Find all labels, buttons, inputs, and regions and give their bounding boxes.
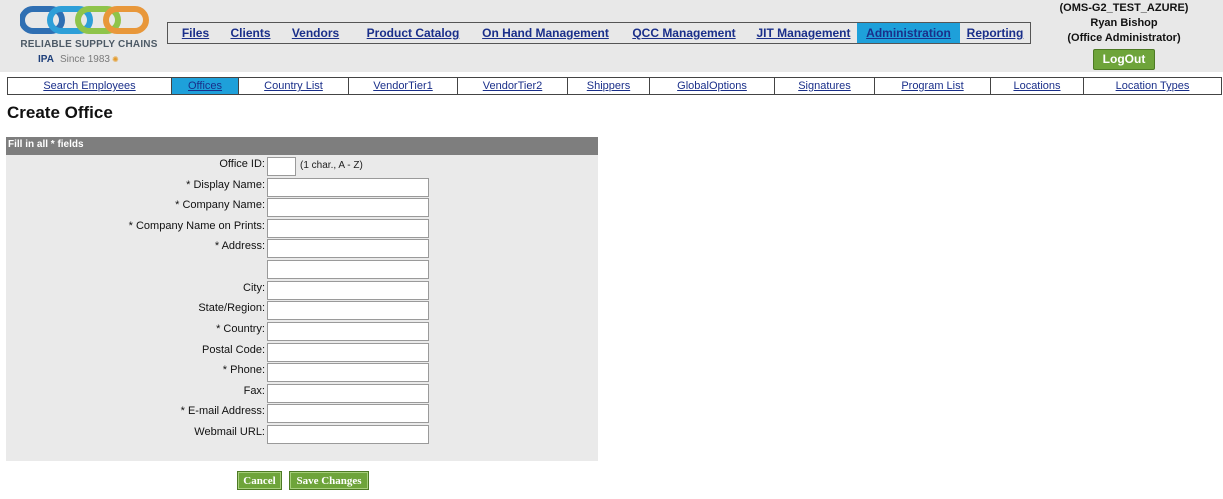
phone-label: * Phone: (222, 364, 265, 376)
form-row-company-name-prints: * Company Name on Prints: (6, 218, 598, 238)
nav-files[interactable]: Files (168, 23, 223, 43)
office-id-input[interactable] (267, 157, 296, 176)
cancel-button[interactable]: Cancel (237, 471, 282, 490)
company-name-input[interactable] (267, 198, 429, 217)
state-label: State/Region: (198, 302, 265, 314)
address-label: * Address: (214, 240, 265, 252)
subnav-search-employees[interactable]: Search Employees (8, 78, 172, 94)
form-instructions: Fill in all * fields (6, 137, 598, 155)
nav-on-hand-management[interactable]: On Hand Management (473, 23, 618, 43)
chain-links-icon (20, 6, 149, 34)
subnav-program-list[interactable]: Program List (875, 78, 991, 94)
since-text: Since 1983 (59, 54, 110, 65)
webmail-url-input[interactable] (267, 425, 429, 444)
main-nav: Files Clients Vendors Product Catalog On… (167, 22, 1031, 44)
form-row-company-name: * Company Name: (6, 197, 598, 217)
form-row-address: * Address: (6, 238, 598, 258)
form-row-display-name: * Display Name: (6, 177, 598, 197)
form-row-state: State/Region: (6, 300, 598, 320)
nav-vendors[interactable]: Vendors (278, 23, 353, 43)
form-row-office-id: Office ID: (1 char., A - Z) (6, 156, 598, 176)
form-row-fax: Fax: (6, 383, 598, 403)
company-name-label: * Company Name: (175, 199, 265, 211)
postal-code-input[interactable] (267, 343, 429, 362)
subnav-vendortier2[interactable]: VendorTier2 (458, 78, 568, 94)
office-id-label: Office ID: (219, 158, 265, 170)
user-info: (OMS-G2_TEST_AZURE) Ryan Bishop (Office … (1048, 1, 1200, 70)
environment-label: (OMS-G2_TEST_AZURE) (1059, 2, 1189, 14)
form-row-postal-code: Postal Code: (6, 342, 598, 362)
display-name-label: * Display Name: (186, 179, 265, 191)
webmail-url-label: Webmail URL: (194, 426, 265, 438)
admin-sub-nav: Search Employees Offices Country List Ve… (7, 77, 1222, 95)
display-name-input[interactable] (267, 178, 429, 197)
address-line2-input[interactable] (267, 260, 429, 279)
form-row-country: * Country: (6, 321, 598, 341)
subnav-shippers[interactable]: Shippers (568, 78, 650, 94)
form-row-webmail: Webmail URL: (6, 424, 598, 444)
form-row-email: * E-mail Address: (6, 403, 598, 423)
subnav-country-list[interactable]: Country List (239, 78, 349, 94)
form-row-phone: * Phone: (6, 362, 598, 382)
form-row-address2 (6, 259, 598, 279)
state-input[interactable] (267, 301, 429, 320)
subnav-globaloptions[interactable]: GlobalOptions (650, 78, 775, 94)
subnav-signatures[interactable]: Signatures (775, 78, 875, 94)
address-line1-input[interactable] (267, 239, 429, 258)
email-input[interactable] (267, 404, 429, 423)
logo-name: RELIABLE SUPPLY CHAINS (20, 39, 158, 50)
company-logo[interactable]: RELIABLE SUPPLY CHAINS IPA Since 1983 ✺ (10, 4, 160, 68)
logo-tagline: IPA Since 1983 ✺ (38, 54, 158, 65)
fax-input[interactable] (267, 384, 429, 403)
user-name: Ryan Bishop (1090, 17, 1158, 29)
nav-administration[interactable]: Administration (857, 23, 960, 43)
company-name-prints-label: * Company Name on Prints: (128, 220, 265, 232)
form-row-city: City: (6, 280, 598, 300)
user-role: (Office Administrator) (1067, 32, 1181, 44)
subnav-vendortier1[interactable]: VendorTier1 (349, 78, 458, 94)
fax-label: Fax: (243, 385, 265, 397)
nav-qcc-management[interactable]: QCC Management (618, 23, 750, 43)
page-title: Create Office (7, 103, 113, 122)
logout-button[interactable]: LogOut (1092, 49, 1156, 70)
postal-code-label: Postal Code: (202, 344, 265, 356)
country-input[interactable] (267, 322, 429, 341)
subnav-locations[interactable]: Locations (991, 78, 1084, 94)
save-changes-button[interactable]: Save Changes (289, 471, 369, 490)
sparkle-icon: ✺ (111, 55, 119, 64)
nav-reporting[interactable]: Reporting (960, 23, 1030, 43)
city-label: City: (243, 282, 265, 294)
create-office-form: Fill in all * fields Office ID: (1 char.… (6, 137, 598, 461)
subnav-location-types[interactable]: Location Types (1084, 78, 1221, 94)
office-id-hint: (1 char., A - Z) (300, 160, 363, 171)
phone-input[interactable] (267, 363, 429, 382)
nav-product-catalog[interactable]: Product Catalog (353, 23, 473, 43)
email-label: * E-mail Address: (180, 405, 265, 417)
subnav-offices[interactable]: Offices (172, 78, 239, 94)
partner-mark: IPA (38, 54, 54, 65)
country-label: * Country: (216, 323, 265, 335)
top-header: RELIABLE SUPPLY CHAINS IPA Since 1983 ✺ Fi… (0, 0, 1223, 72)
company-name-prints-input[interactable] (267, 219, 429, 238)
city-input[interactable] (267, 281, 429, 300)
nav-jit-management[interactable]: JIT Management (750, 23, 857, 43)
nav-clients[interactable]: Clients (223, 23, 278, 43)
